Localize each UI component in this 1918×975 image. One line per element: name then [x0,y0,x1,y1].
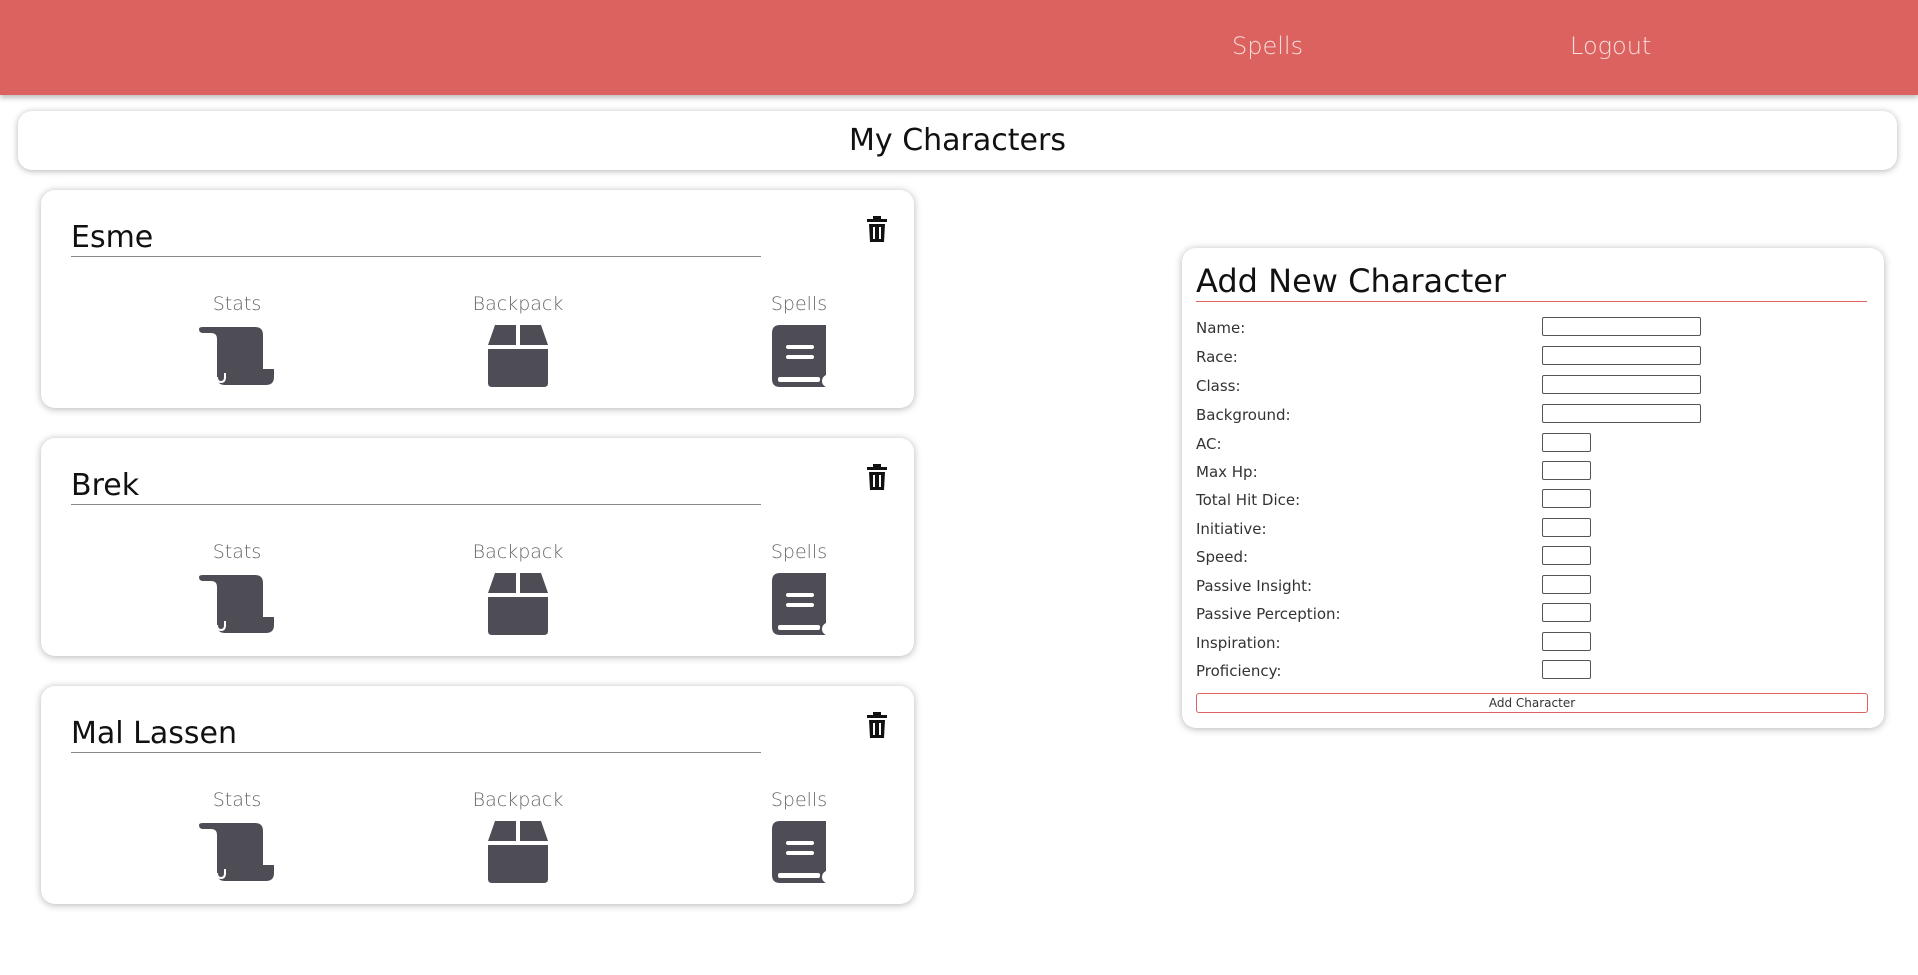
form-row-passive-insight: Passive Insight: [1196,575,1876,597]
form-row-ac: AC: [1196,433,1876,455]
form-row-name: Name: [1196,317,1876,339]
stats-label: Stats [212,789,262,811]
character-name-divider [71,256,761,257]
initiative-field[interactable] [1542,518,1591,537]
add-character-button[interactable]: Add Character [1196,693,1868,713]
scroll-icon [199,575,274,633]
scroll-icon [199,327,274,385]
spells-link[interactable]: Spells [739,789,859,883]
spells-label: Spells [770,541,828,563]
backpack-label: Backpack [472,789,564,811]
stats-label: Stats [212,541,262,563]
box-icon [488,573,548,635]
form-row-passive-perception: Passive Perception: [1196,603,1876,625]
book-icon [772,573,826,635]
scroll-icon [199,823,274,881]
passive-perception-field[interactable] [1542,603,1591,622]
stats-label: Stats [212,293,262,315]
background-label: Background: [1196,406,1291,424]
form-row-class: Class: [1196,375,1876,397]
proficiency-label: Proficiency: [1196,662,1282,680]
inspiration-field[interactable] [1542,632,1591,651]
book-icon [772,325,826,387]
book-icon [772,821,826,883]
spells-link[interactable]: Spells [739,293,859,387]
form-row-max-hp: Max Hp: [1196,461,1876,483]
ac-label: AC: [1196,435,1222,453]
total-hit-dice-field[interactable] [1542,489,1591,508]
ac-field[interactable] [1542,433,1591,452]
backpack-link[interactable]: Backpack [458,789,578,883]
class-label: Class: [1196,377,1241,395]
add-character-title-divider [1196,301,1867,302]
spells-label: Spells [770,293,828,315]
name-label: Name: [1196,319,1246,337]
max-hp-field[interactable] [1542,461,1591,480]
passive-perception-label: Passive Perception: [1196,605,1341,623]
stats-link[interactable]: Stats [177,541,297,635]
race-field[interactable] [1542,346,1701,365]
class-field[interactable] [1542,375,1701,394]
trash-icon[interactable] [866,712,888,738]
name-field[interactable] [1542,317,1701,336]
character-name-divider [71,504,761,505]
stats-link[interactable]: Stats [177,293,297,387]
passive-insight-label: Passive Insight: [1196,577,1313,595]
form-row-total-hit-dice: Total Hit Dice: [1196,489,1876,511]
speed-label: Speed: [1196,548,1249,566]
spells-link[interactable]: Spells [739,541,859,635]
character-name-divider [71,752,761,753]
add-character-title: Add New Character [1196,262,1507,300]
max-hp-label: Max Hp: [1196,463,1258,481]
backpack-label: Backpack [472,541,564,563]
form-row-proficiency: Proficiency: [1196,660,1876,682]
character-name: Esme [71,220,154,255]
nav-logout-link[interactable]: Logout [1570,32,1651,60]
form-row-background: Background: [1196,404,1876,426]
proficiency-field[interactable] [1542,660,1591,679]
character-card: Esme Stats Backpack Spells [41,190,914,408]
total-hit-dice-label: Total Hit Dice: [1196,491,1301,509]
stats-link[interactable]: Stats [177,789,297,883]
backpack-link[interactable]: Backpack [458,293,578,387]
add-character-form: Add New Character Name: Race: Class: Bac… [1182,248,1884,728]
backpack-link[interactable]: Backpack [458,541,578,635]
trash-icon[interactable] [866,464,888,490]
spells-label: Spells [770,789,828,811]
speed-field[interactable] [1542,546,1591,565]
character-name: Brek [71,468,140,503]
form-row-race: Race: [1196,346,1876,368]
form-row-initiative: Initiative: [1196,518,1876,540]
page-title: My Characters [849,123,1066,158]
background-field[interactable] [1542,404,1701,423]
trash-icon[interactable] [866,216,888,242]
page-title-bar: My Characters [18,111,1897,170]
initiative-label: Initiative: [1196,520,1267,538]
passive-insight-field[interactable] [1542,575,1591,594]
form-row-inspiration: Inspiration: [1196,632,1876,654]
top-navbar: Spells Logout [0,0,1918,95]
character-name: Mal Lassen [71,716,237,751]
box-icon [488,325,548,387]
character-card: Mal Lassen Stats Backpack Spells [41,686,914,904]
form-row-speed: Speed: [1196,546,1876,568]
nav-spells-link[interactable]: Spells [1232,32,1303,60]
box-icon [488,821,548,883]
inspiration-label: Inspiration: [1196,634,1281,652]
race-label: Race: [1196,348,1238,366]
backpack-label: Backpack [472,293,564,315]
character-card: Brek Stats Backpack Spells [41,438,914,656]
